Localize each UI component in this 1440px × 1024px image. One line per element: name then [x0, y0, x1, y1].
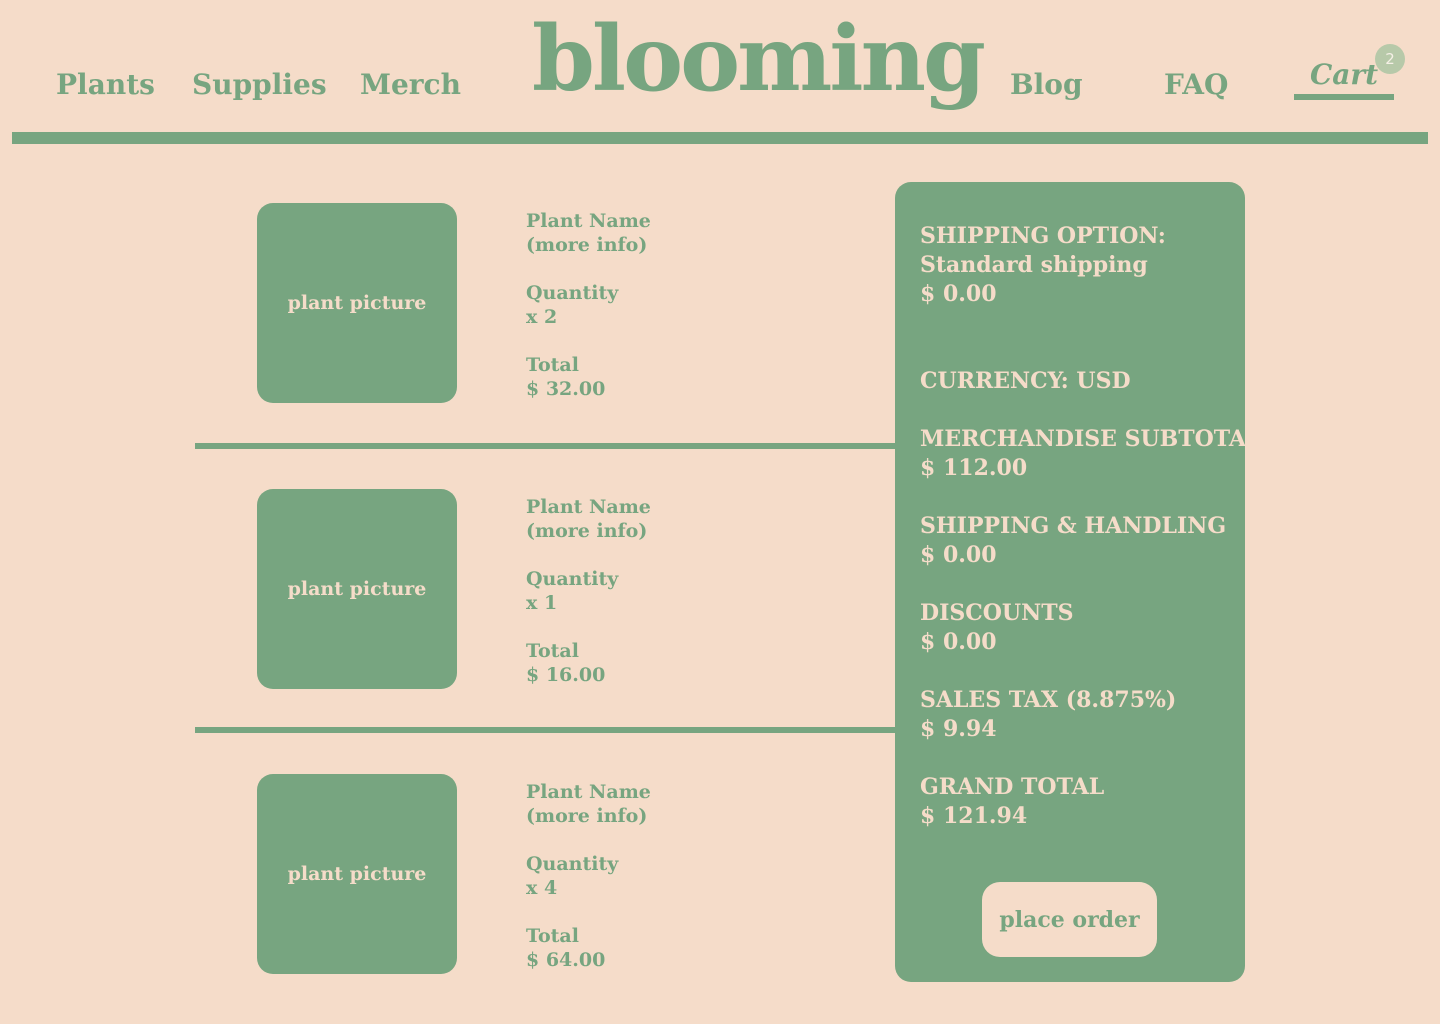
shipping-handling-value: $ 0.00 [920, 542, 997, 568]
subtotal-value: $ 112.00 [920, 455, 1028, 481]
quantity-value: x 1 [526, 592, 558, 614]
shipping-handling: SHIPPING & HANDLING $ 0.00 [920, 512, 1226, 570]
discounts-label: DISCOUNTS [920, 600, 1074, 626]
item-details: Plant Name (more info) Quantity x 4 Tota… [526, 780, 651, 972]
grand-total-value: $ 121.94 [920, 803, 1028, 829]
cart-active-underline [1294, 94, 1394, 100]
plant-name[interactable]: Plant Name [526, 209, 651, 233]
item-details: Plant Name (more info) Quantity x 1 Tota… [526, 495, 651, 687]
site-logo[interactable]: blooming [532, 14, 986, 104]
quantity-value: x 2 [526, 306, 558, 328]
nav-blog[interactable]: Blog [1010, 68, 1083, 101]
total-value: $ 16.00 [526, 664, 606, 686]
quantity-label: Quantity [526, 568, 619, 590]
more-info-link[interactable]: (more info) [526, 804, 651, 828]
shipping-option-value[interactable]: Standard shipping [920, 251, 1166, 280]
total-label: Total [526, 925, 579, 947]
merchandise-subtotal: MERCHANDISE SUBTOTAL $ 112.00 [920, 425, 1261, 483]
plant-picture[interactable]: plant picture [257, 489, 457, 689]
quantity-value: x 4 [526, 877, 558, 899]
discounts: DISCOUNTS $ 0.00 [920, 599, 1073, 657]
more-info-link[interactable]: (more info) [526, 519, 651, 543]
shipping-option-label: SHIPPING OPTION: [920, 223, 1166, 249]
grand-total: GRAND TOTAL $ 121.94 [920, 773, 1104, 831]
cart-item: plant picture Plant Name (more info) Qua… [257, 489, 857, 689]
shipping-handling-label: SHIPPING & HANDLING [920, 513, 1227, 539]
quantity-label: Quantity [526, 282, 619, 304]
total-label: Total [526, 640, 579, 662]
cart-item: plant picture Plant Name (more info) Qua… [257, 774, 857, 974]
plant-name[interactable]: Plant Name [526, 780, 651, 804]
grand-total-label: GRAND TOTAL [920, 774, 1105, 800]
cart-count-badge: 2 [1375, 44, 1405, 74]
nav-supplies[interactable]: Supplies [192, 68, 327, 101]
item-details: Plant Name (more info) Quantity x 2 Tota… [526, 209, 651, 401]
sales-tax-label: SALES TAX (8.875%) [920, 687, 1177, 713]
plant-name[interactable]: Plant Name [526, 495, 651, 519]
sales-tax-value: $ 9.94 [920, 716, 997, 742]
shipping-option-price: $ 0.00 [920, 281, 997, 307]
discounts-value: $ 0.00 [920, 629, 997, 655]
quantity-label: Quantity [526, 853, 619, 875]
place-order-button[interactable]: place order [982, 882, 1157, 957]
order-summary-panel: SHIPPING OPTION: Standard shipping $ 0.0… [895, 182, 1261, 982]
nav-merch[interactable]: Merch [360, 68, 461, 101]
nav-plants[interactable]: Plants [56, 68, 155, 101]
currency: CURRENCY: USD [920, 367, 1131, 396]
cart-item: plant picture Plant Name (more info) Qua… [257, 203, 857, 403]
nav-faq[interactable]: FAQ [1164, 68, 1228, 101]
total-value: $ 32.00 [526, 378, 606, 400]
more-info-link[interactable]: (more info) [526, 233, 651, 257]
total-value: $ 64.00 [526, 949, 606, 971]
item-divider [195, 443, 895, 449]
plant-picture[interactable]: plant picture [257, 774, 457, 974]
item-divider [195, 727, 895, 733]
plant-picture[interactable]: plant picture [257, 203, 457, 403]
header-divider [12, 132, 1428, 144]
shipping-option: SHIPPING OPTION: Standard shipping $ 0.0… [920, 222, 1166, 309]
total-label: Total [526, 354, 579, 376]
subtotal-label: MERCHANDISE SUBTOTAL [920, 426, 1262, 452]
currency-label: CURRENCY: USD [920, 368, 1131, 394]
sales-tax: SALES TAX (8.875%) $ 9.94 [920, 686, 1176, 744]
